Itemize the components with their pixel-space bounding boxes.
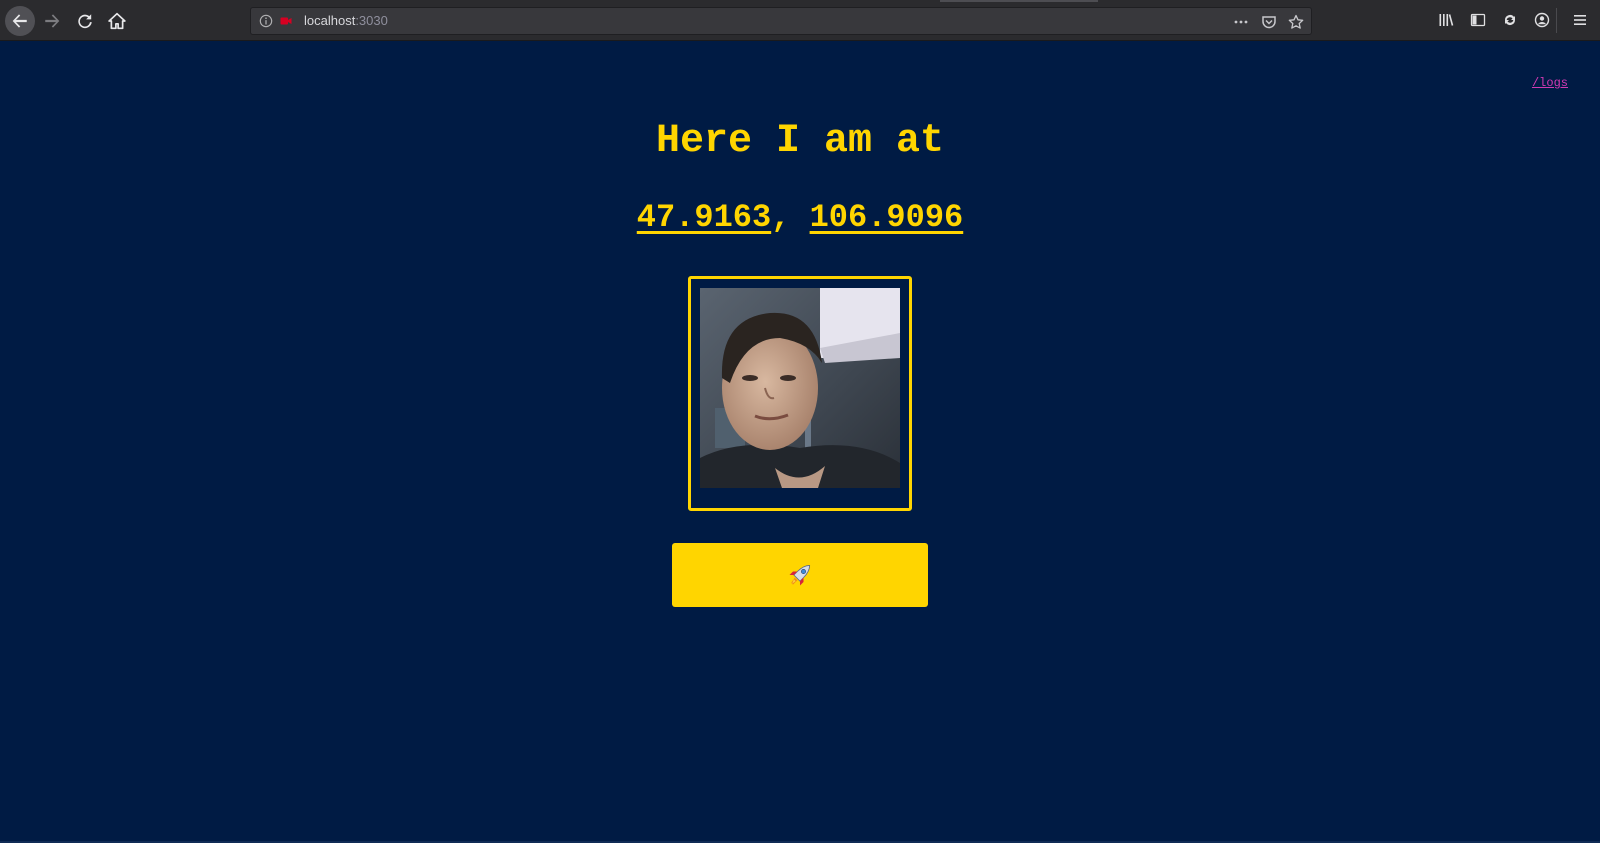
coordinates: 47.9163, 106.9096 bbox=[0, 199, 1600, 236]
pocket-icon[interactable] bbox=[1260, 13, 1278, 31]
forward-arrow-icon bbox=[45, 14, 60, 28]
page-content: /logs Here I am at 47.9163, 106.9096 bbox=[0, 41, 1600, 843]
library-icon[interactable] bbox=[1437, 11, 1455, 29]
back-arrow-icon bbox=[12, 14, 27, 28]
launch-button[interactable] bbox=[672, 543, 928, 607]
latitude-link[interactable]: 47.9163 bbox=[637, 199, 771, 236]
back-button[interactable] bbox=[5, 6, 35, 36]
star-icon[interactable] bbox=[1287, 13, 1305, 31]
camera-blocked-icon[interactable] bbox=[280, 16, 292, 26]
url-text[interactable]: localhost:3030 bbox=[304, 13, 388, 28]
selfie-photo bbox=[700, 288, 900, 488]
hamburger-menu-icon[interactable] bbox=[1571, 11, 1589, 29]
url-port: :3030 bbox=[355, 13, 388, 28]
url-host: localhost bbox=[304, 13, 356, 28]
toolbar-separator bbox=[1556, 8, 1557, 33]
browser-toolbar: localhost:3030 bbox=[0, 0, 1600, 41]
page-title: Here I am at bbox=[655, 119, 945, 164]
url-bar[interactable]: localhost:3030 bbox=[250, 7, 1312, 35]
account-icon[interactable] bbox=[1533, 11, 1551, 29]
sync-icon[interactable] bbox=[1501, 11, 1519, 29]
reload-icon bbox=[78, 14, 92, 29]
longitude-link[interactable]: 106.9096 bbox=[810, 199, 964, 236]
home-button[interactable] bbox=[102, 6, 132, 36]
rocket-icon bbox=[789, 564, 811, 586]
selfie-frame bbox=[688, 276, 912, 511]
more-dots-icon[interactable] bbox=[1232, 13, 1250, 31]
coordinate-separator: , bbox=[771, 199, 810, 236]
logs-link[interactable]: /logs bbox=[1532, 76, 1568, 90]
reload-button[interactable] bbox=[70, 6, 100, 36]
home-icon bbox=[108, 12, 126, 30]
forward-button[interactable] bbox=[37, 6, 67, 36]
tab-indicator bbox=[940, 0, 1098, 2]
sidebar-icon[interactable] bbox=[1469, 11, 1487, 29]
info-icon[interactable] bbox=[259, 14, 273, 28]
